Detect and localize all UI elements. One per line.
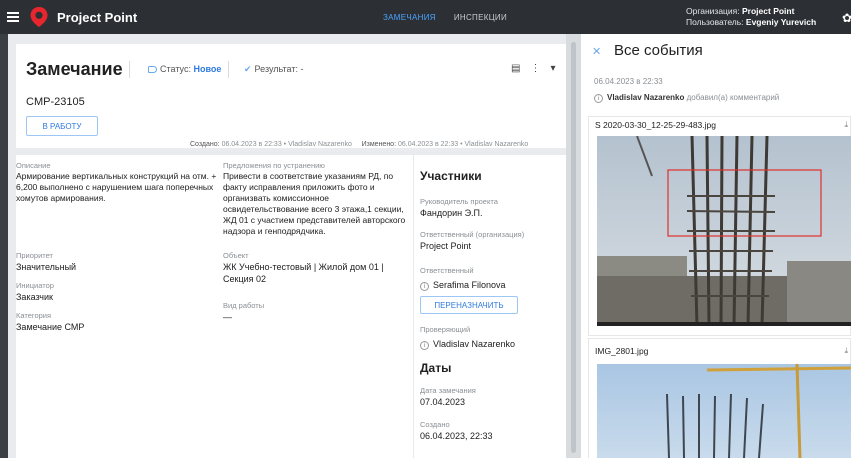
issue-date-label: Дата замечания xyxy=(420,386,476,395)
close-icon[interactable]: ✕ xyxy=(592,45,601,58)
initiator-value: Заказчик xyxy=(16,292,53,302)
more-icon[interactable]: ⋮ xyxy=(530,63,540,74)
event-action: добавил(а) комментарий xyxy=(686,93,780,102)
main-nav: ЗАМЕЧАНИЯ ИНСПЕКЦИИ xyxy=(383,0,525,34)
project-head-label: Руководитель проекта xyxy=(420,197,498,206)
event-date: 06.04.2023 в 22:33 xyxy=(594,77,663,86)
proposal-label: Предложения по устранению xyxy=(223,161,325,170)
work-type-label: Вид работы xyxy=(223,301,265,310)
object-block: Объект ЖК Учебно-тестовый | Жилой дом 01… xyxy=(223,251,398,285)
priority-value: Значительный xyxy=(16,262,77,272)
result-selector[interactable]: ✔ Результат: - xyxy=(244,64,303,75)
user-value: Evgeniy Yurevich xyxy=(745,17,817,27)
status-selector[interactable]: Статус: Новое xyxy=(148,64,221,74)
chevron-down-icon[interactable]: ▾ xyxy=(550,63,555,74)
toolbar: ▤ ⋮ ▾ xyxy=(511,63,555,74)
panel-toggle-icon[interactable]: ▤ xyxy=(511,63,520,74)
responsible-org-label: Ответственный (организация) xyxy=(420,230,525,239)
attachment-image[interactable] xyxy=(597,136,851,326)
dates-title: Даты xyxy=(420,361,452,375)
initiator-block: Инициатор Заказчик xyxy=(16,281,196,303)
participants-panel: Участники Руководитель проекта Фандорин … xyxy=(413,155,566,458)
category-block: Категория Замечание СМР xyxy=(16,311,196,333)
user-icon: i xyxy=(420,341,429,350)
user-info[interactable]: Организация: Project Point Пользователь:… xyxy=(686,6,816,28)
org-value: Project Point xyxy=(742,6,795,16)
created-date-label: Создано xyxy=(420,420,450,429)
org-label: Организация: xyxy=(686,6,740,16)
divider xyxy=(228,61,229,78)
issue-meta: Создано: 06.04.2023 в 22:33 • Vladislav … xyxy=(190,141,528,148)
issue-panel: Замечание Статус: Новое ✔ Результат: - ▤ … xyxy=(0,34,566,458)
modified-value: 06.04.2023 в 22:33 • Vladislav Nazarenko xyxy=(397,141,529,148)
created-value: 06.04.2023 в 22:33 • Vladislav Nazarenko xyxy=(221,141,352,148)
check-icon: ✔ xyxy=(244,64,252,74)
proposal-value: Привести в соответствие указаниям РД, по… xyxy=(223,171,406,236)
event-author[interactable]: Vladislav Nazarenko xyxy=(607,93,684,102)
project-head-value: Фандорин Э.П. xyxy=(420,208,483,218)
issue-code: CMP-23105 xyxy=(26,96,85,108)
priority-block: Приоритет Значительный xyxy=(16,251,196,273)
issue-date-value: 07.04.2023 xyxy=(420,397,466,407)
priority-label: Приоритет xyxy=(16,251,53,260)
participants-title: Участники xyxy=(420,169,482,183)
proposal-block: Предложения по устранению Привести в соо… xyxy=(223,161,411,237)
app-title[interactable]: Project Point xyxy=(57,10,137,25)
top-bar: Project Point ЗАМЕЧАНИЯ ИНСПЕКЦИИ Органи… xyxy=(0,0,851,34)
user-icon: i xyxy=(420,282,429,291)
issue-details-card: Описание Армирование вертикальных констр… xyxy=(16,155,566,458)
user-label: Пользователь: xyxy=(686,17,744,27)
issue-header-card: Замечание Статус: Новое ✔ Результат: - ▤ … xyxy=(16,44,566,148)
info-icon: i xyxy=(594,94,603,103)
event-entry: i Vladislav Nazarenko добавил(а) коммента… xyxy=(594,93,779,103)
download-icon[interactable]: ⤓ xyxy=(844,120,848,130)
gear-icon[interactable]: ✿ xyxy=(842,11,851,25)
drag-handle[interactable] xyxy=(571,42,576,453)
events-panel: ✕ Все события 06.04.2023 в 22:33 i Vladis… xyxy=(581,34,851,458)
description-value: Армирование вертикальных конструкций на … xyxy=(16,171,217,203)
status-label: Статус: xyxy=(160,64,191,74)
status-badge: Новое xyxy=(193,64,222,74)
divider xyxy=(129,61,130,78)
responsible-label: Ответственный xyxy=(420,266,474,275)
initiator-label: Инициатор xyxy=(16,281,54,290)
panel-splitter[interactable] xyxy=(566,34,581,458)
checker-value: Vladislav Nazarenko xyxy=(433,339,516,349)
download-icon[interactable]: ⤓ xyxy=(844,346,848,356)
description-label: Описание xyxy=(16,161,51,170)
category-label: Категория xyxy=(16,311,52,320)
crane-photo-image xyxy=(597,364,851,458)
checker-label: Проверяющий xyxy=(420,325,471,334)
reassign-button[interactable]: ПЕРЕНАЗНАЧИТЬ xyxy=(420,296,518,314)
result-label: Результат: - xyxy=(254,64,304,74)
description-block: Описание Армирование вертикальных констр… xyxy=(16,161,221,204)
work-type-block: Вид работы — xyxy=(223,301,398,323)
menu-icon[interactable] xyxy=(7,10,19,24)
logo-icon[interactable] xyxy=(29,6,49,28)
rebar-photo-image xyxy=(597,136,851,326)
work-type-value: — xyxy=(223,312,232,322)
object-label: Объект xyxy=(223,251,249,260)
attachment-image[interactable] xyxy=(597,364,851,458)
tab-inspections[interactable]: ИНСПЕКЦИИ xyxy=(454,13,507,22)
tab-issues[interactable]: ЗАМЕЧАНИЯ xyxy=(383,13,436,22)
attachment-name[interactable]: IMG_2801.jpg xyxy=(589,339,850,357)
category-value: Замечание СМР xyxy=(16,322,85,332)
to-work-button[interactable]: В РАБОТУ xyxy=(26,116,98,136)
object-value: ЖК Учебно-тестовый | Жилой дом 01 | Секц… xyxy=(223,262,384,284)
responsible-value: Serafima Filonova xyxy=(433,280,506,290)
page-title: Замечание xyxy=(26,59,123,79)
responsible-org-value: Project Point xyxy=(420,241,472,251)
modified-label: Изменено: xyxy=(361,141,397,148)
created-date-value: 06.04.2023, 22:33 xyxy=(420,431,493,441)
events-title: Все события xyxy=(614,42,703,59)
attachment-name[interactable]: S 2020-03-30_12-25-29-483.jpg xyxy=(589,117,850,135)
created-label: Создано: xyxy=(190,141,220,148)
status-icon xyxy=(148,66,157,73)
